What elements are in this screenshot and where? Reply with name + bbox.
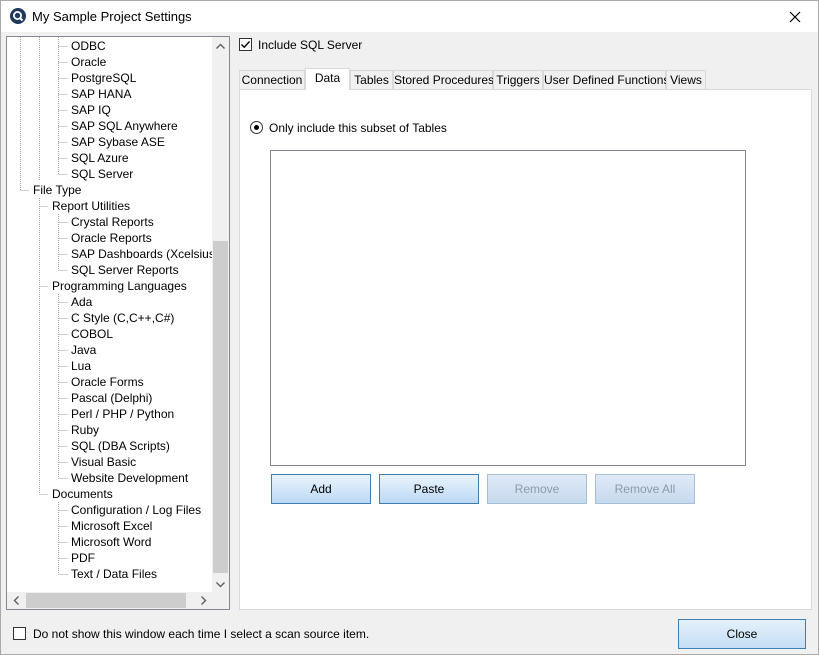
- window-close-button[interactable]: [772, 1, 818, 32]
- tab-triggers[interactable]: Triggers: [493, 70, 543, 89]
- tree-item[interactable]: Lua: [69, 358, 93, 374]
- checkmark-icon: [241, 41, 251, 49]
- tree-item[interactable]: SAP Sybase ASE: [69, 134, 167, 150]
- tree-item[interactable]: SAP HANA: [69, 86, 133, 102]
- tab-strip: Connection Data Tables Stored Procedures…: [239, 68, 709, 90]
- add-button[interactable]: Add: [271, 474, 371, 504]
- tree-item[interactable]: Programming Languages: [50, 278, 189, 294]
- dont-show-checkbox[interactable]: [13, 627, 26, 640]
- tree-item[interactable]: ODBC: [69, 38, 108, 54]
- tree-item[interactable]: Documents: [50, 486, 115, 502]
- tree-item[interactable]: SQL Server: [69, 166, 135, 182]
- tree-horizontal-scrollbar[interactable]: [7, 592, 212, 609]
- tree-item[interactable]: Report Utilities: [50, 198, 132, 214]
- remove-all-button[interactable]: Remove All: [595, 474, 695, 504]
- tree-item[interactable]: Microsoft Word: [69, 534, 153, 550]
- tree-item[interactable]: SAP SQL Anywhere: [69, 118, 180, 134]
- tree-item[interactable]: COBOL: [69, 326, 115, 342]
- tree-item[interactable]: PostgreSQL: [69, 70, 138, 86]
- include-sql-server-checkbox[interactable]: [239, 38, 252, 51]
- tree-item[interactable]: Pascal (Delphi): [69, 390, 154, 406]
- tree-item[interactable]: SAP Dashboards (Xcelsius): [69, 246, 212, 262]
- tree-item[interactable]: Ada: [69, 294, 94, 310]
- tab-connection[interactable]: Connection: [239, 70, 305, 89]
- radio-selected-dot: [254, 125, 259, 130]
- tree-item[interactable]: Website Development: [69, 470, 190, 486]
- chevron-down-icon[interactable]: [212, 576, 229, 593]
- paste-button[interactable]: Paste: [379, 474, 479, 504]
- close-icon: [789, 11, 801, 22]
- tree-item[interactable]: SAP IQ: [69, 102, 113, 118]
- dont-show-label[interactable]: Do not show this window each time I sele…: [33, 627, 369, 641]
- scrollbar-corner: [212, 592, 229, 609]
- close-button[interactable]: Close: [678, 619, 806, 649]
- chevron-right-icon[interactable]: [195, 592, 212, 609]
- tree-item[interactable]: File Type: [31, 182, 83, 198]
- tables-listbox[interactable]: [270, 150, 746, 466]
- title-bar: My Sample Project Settings: [1, 1, 818, 32]
- chevron-left-icon[interactable]: [7, 592, 24, 609]
- window-title: My Sample Project Settings: [32, 9, 192, 24]
- tree-item[interactable]: SQL Azure: [69, 150, 131, 166]
- tree-item[interactable]: Microsoft Excel: [69, 518, 154, 534]
- tree-item[interactable]: Oracle Reports: [69, 230, 154, 246]
- subset-tables-radio[interactable]: [250, 121, 263, 134]
- subset-tables-label[interactable]: Only include this subset of Tables: [269, 121, 447, 135]
- tree-item[interactable]: SQL (DBA Scripts): [69, 438, 172, 454]
- chevron-up-icon[interactable]: [212, 37, 229, 54]
- tree-item[interactable]: SQL Server Reports: [69, 262, 181, 278]
- tab-data[interactable]: Data: [305, 68, 350, 90]
- tree-item[interactable]: Oracle Forms: [69, 374, 146, 390]
- tab-views[interactable]: Views: [666, 70, 706, 89]
- tab-tables[interactable]: Tables: [350, 70, 393, 89]
- tree-item[interactable]: Text / Data Files: [69, 566, 159, 582]
- tree-item[interactable]: Java: [69, 342, 98, 358]
- remove-button[interactable]: Remove: [487, 474, 587, 504]
- tree-item[interactable]: Visual Basic: [69, 454, 138, 470]
- tab-user-defined-functions[interactable]: User Defined Functions: [543, 70, 669, 89]
- vertical-scroll-thumb[interactable]: [213, 241, 228, 573]
- data-tab-panel: Only include this subset of Tables Add P…: [239, 89, 812, 610]
- scan-source-tree[interactable]: ODBC Oracle PostgreSQL SAP HANA SAP IQ SAP SQ…: [6, 36, 230, 610]
- search-icon: [10, 8, 26, 24]
- tab-stored-procedures[interactable]: Stored Procedures: [393, 70, 494, 89]
- tree-item[interactable]: Configuration / Log Files: [69, 502, 203, 518]
- include-sql-server-label[interactable]: Include SQL Server: [258, 38, 362, 52]
- tree-item[interactable]: Crystal Reports: [69, 214, 156, 230]
- tree-item[interactable]: Perl / PHP / Python: [69, 406, 176, 422]
- tree-content: ODBC Oracle PostgreSQL SAP HANA SAP IQ SAP SQ…: [7, 37, 212, 593]
- tree-item[interactable]: Oracle: [69, 54, 108, 70]
- horizontal-scroll-thumb[interactable]: [26, 593, 186, 608]
- settings-window: My Sample Project Settings ODBC Oracle P…: [0, 0, 819, 655]
- tree-vertical-scrollbar[interactable]: [212, 37, 229, 593]
- tree-item[interactable]: C Style (C,C++,C#): [69, 310, 176, 326]
- tree-item[interactable]: Ruby: [69, 422, 101, 438]
- tree-item[interactable]: PDF: [69, 550, 97, 566]
